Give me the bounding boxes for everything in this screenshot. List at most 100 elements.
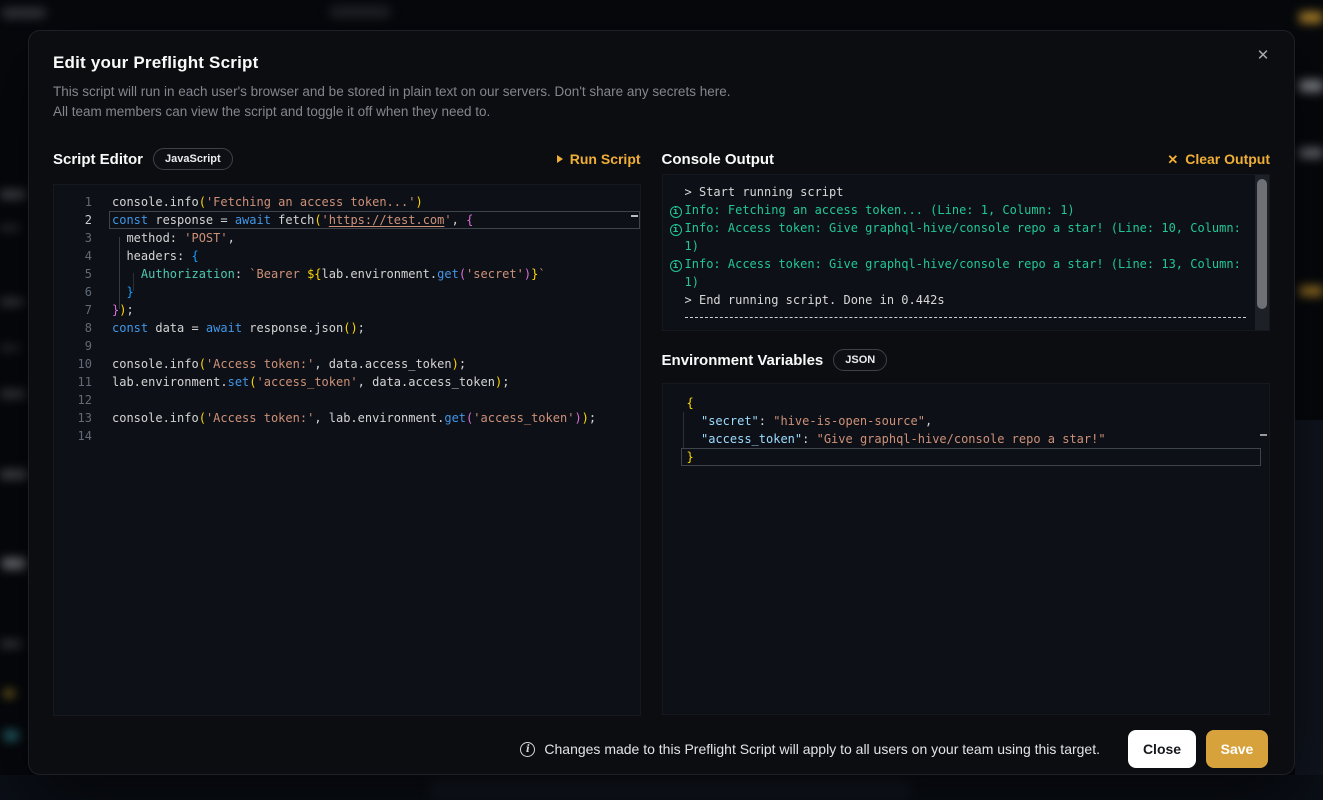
- console-indent: [667, 183, 685, 201]
- code-line: method: 'POST',: [109, 229, 640, 247]
- code-line: const data = await response.json();: [109, 319, 640, 337]
- info-icon-glyph: i: [670, 224, 682, 236]
- console-line-text: Info: Access token: Give graphql-hive/co…: [685, 255, 1246, 291]
- modal-description: This script will run in each user's brow…: [53, 82, 1270, 122]
- footer-note: i Changes made to this Preflight Script …: [520, 741, 1100, 757]
- code-token: get: [444, 411, 466, 425]
- script-editor-area[interactable]: 1234567891011121314 console.info('Fetchi…: [53, 184, 641, 716]
- line-number: 3: [54, 229, 92, 247]
- code-line: "access_token": "Give graphql-hive/conso…: [681, 430, 1269, 448]
- run-script-label: Run Script: [570, 151, 641, 167]
- code-token: 'secret': [466, 267, 524, 281]
- code-token: headers:: [112, 249, 191, 263]
- description-line-2: All team members can view the script and…: [53, 102, 1270, 122]
- code-token: ): [582, 411, 589, 425]
- code-token: {: [687, 396, 694, 410]
- code-token: `: [538, 267, 545, 281]
- console-line: > Start running script: [663, 183, 1269, 201]
- page-title: Edit your Preflight Script: [53, 53, 1270, 73]
- language-badge: JavaScript: [153, 148, 233, 170]
- console-line: iInfo: Fetching an access token... (Line…: [663, 201, 1269, 219]
- code-token: ': [322, 213, 329, 227]
- code-token: ): [415, 195, 422, 209]
- code-token: ': [444, 213, 451, 227]
- code-token: data =: [148, 321, 206, 335]
- code-token: :: [759, 414, 773, 428]
- code-token: response =: [148, 213, 235, 227]
- code-token: set: [228, 375, 250, 389]
- code-token: ,: [452, 213, 466, 227]
- code-token: ,: [925, 414, 932, 428]
- line-number: 8: [54, 319, 92, 337]
- line-number: 11: [54, 373, 92, 391]
- code-line: lab.environment.set('access_token', data…: [109, 373, 640, 391]
- footer-note-text: Changes made to this Preflight Script wi…: [544, 741, 1100, 757]
- clear-output-label: Clear Output: [1185, 151, 1270, 167]
- info-icon: i: [667, 255, 685, 291]
- run-script-button[interactable]: Run Script: [557, 151, 641, 167]
- script-editor-title: Script Editor: [53, 151, 143, 168]
- code-token: fetch: [271, 213, 314, 227]
- code-line: }: [109, 283, 640, 301]
- console-line-text: > End running script. Done in 0.442s: [685, 291, 1246, 309]
- console-line-text: > Start running script: [685, 183, 1246, 201]
- code-token: , data.access_token: [358, 375, 495, 389]
- code-token: response.json: [242, 321, 343, 335]
- close-icon[interactable]: ✕: [1252, 45, 1274, 67]
- cursor-ruler-mark: [1260, 434, 1267, 436]
- env-vars-editor-area[interactable]: { "secret": "hive-is-open-source", "acce…: [662, 383, 1270, 715]
- code-token: const: [112, 213, 148, 227]
- line-number: 10: [54, 355, 92, 373]
- line-number: 4: [54, 247, 92, 265]
- code-token: {: [191, 249, 198, 263]
- code-token: ): [350, 321, 357, 335]
- console-line-text: Info: Fetching an access token... (Line:…: [685, 201, 1246, 219]
- preflight-script-modal: ✕ Edit your Preflight Script This script…: [28, 30, 1295, 775]
- code-line: [109, 337, 640, 355]
- code-token: ;: [502, 375, 509, 389]
- code-token: (: [199, 357, 206, 371]
- info-icon: i: [667, 219, 685, 255]
- code-token: "Give graphql-hive/console repo a star!": [817, 432, 1106, 446]
- code-token: ;: [358, 321, 365, 335]
- code-token: await: [206, 321, 242, 335]
- code-token: console.info: [112, 195, 199, 209]
- line-number: 2: [54, 211, 92, 229]
- info-icon-glyph: i: [670, 260, 682, 272]
- close-button[interactable]: Close: [1128, 730, 1196, 768]
- code-line: headers: {: [109, 247, 640, 265]
- code-token: (: [459, 267, 466, 281]
- code-line: [109, 391, 640, 409]
- code-token: Authorization: [141, 267, 235, 281]
- save-button[interactable]: Save: [1206, 730, 1268, 768]
- console-output-area[interactable]: > Start running scriptiInfo: Fetching an…: [662, 174, 1270, 331]
- line-number: 6: [54, 283, 92, 301]
- code-token: , data.access_token: [314, 357, 451, 371]
- code-token: (: [249, 375, 256, 389]
- clear-output-button[interactable]: ✕ Clear Output: [1167, 151, 1270, 167]
- line-number: 13: [54, 409, 92, 427]
- line-number: 9: [54, 337, 92, 355]
- code-line: console.info('Fetching an access token..…: [109, 193, 640, 211]
- line-number: 14: [54, 427, 92, 445]
- console-scrollbar-thumb[interactable]: [1257, 179, 1267, 309]
- cursor-ruler-mark: [631, 215, 638, 217]
- code-token: [687, 432, 701, 446]
- code-line: });: [109, 301, 640, 319]
- console-line: iInfo: Access token: Give graphql-hive/c…: [663, 219, 1269, 255]
- code-token: https://test.com: [329, 213, 445, 227]
- code-token: 'Fetching an access token...': [206, 195, 416, 209]
- code-token: (: [199, 411, 206, 425]
- json-badge: JSON: [833, 349, 887, 371]
- line-number: 1: [54, 193, 92, 211]
- code-token: "hive-is-open-source": [773, 414, 925, 428]
- code-token: :: [235, 267, 249, 281]
- code-line: const response = await fetch('https://te…: [109, 211, 640, 229]
- code-token: ): [524, 267, 531, 281]
- code-token: "access_token": [701, 432, 802, 446]
- console-line: > End running script. Done in 0.442s: [663, 291, 1269, 309]
- console-line: iInfo: Access token: Give graphql-hive/c…: [663, 255, 1269, 291]
- code-token: `Bearer: [249, 267, 307, 281]
- console-separator: [685, 317, 1246, 318]
- info-icon: i: [520, 742, 535, 757]
